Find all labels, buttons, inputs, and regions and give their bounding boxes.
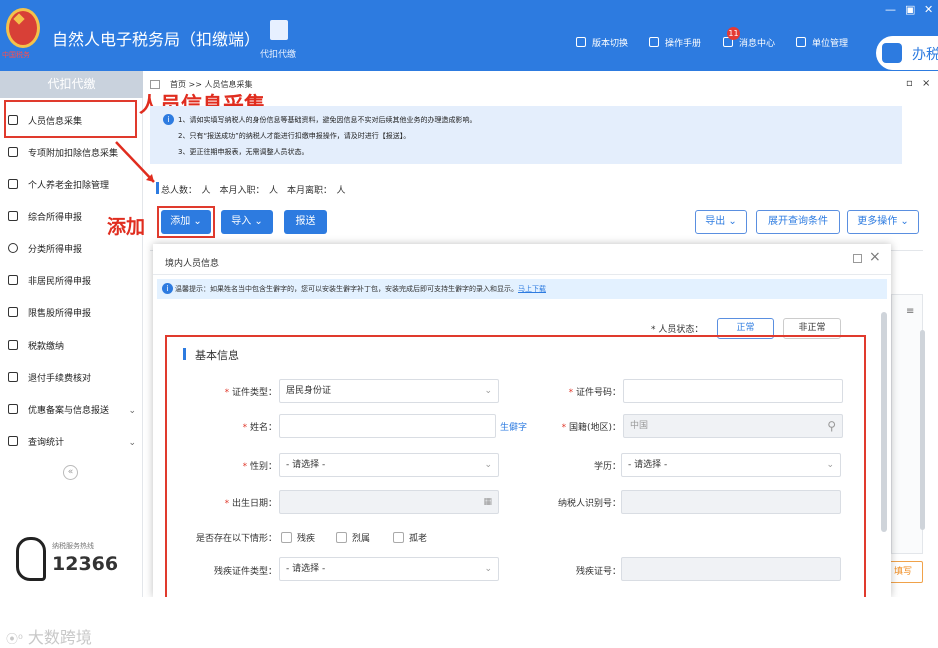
modal-title: 境内人员信息 <box>165 259 220 269</box>
sidebar-item-query-stats[interactable]: 查询统计 ⌄ <box>8 431 138 455</box>
nav-label: 操作手册 <box>665 39 702 49</box>
message-count-badge: 11 <box>727 27 740 40</box>
home-icon[interactable] <box>150 80 160 89</box>
monitor-icon <box>576 37 586 47</box>
breadcrumb[interactable]: 首页 >> 人员信息采集 <box>170 79 253 90</box>
sidebar-item-label: 退付手续费核对 <box>28 374 92 384</box>
table-edge <box>891 294 923 554</box>
book-icon <box>649 37 659 47</box>
nav-unit-management[interactable]: 单位管理 <box>796 36 848 49</box>
sidebar-item-classified-income[interactable]: 分类所得申报 <box>8 238 138 262</box>
nav-label: 单位管理 <box>812 39 849 49</box>
office-label: 办税 <box>912 47 938 63</box>
import-button[interactable]: 导入 ⌄ <box>221 210 273 234</box>
doc-icon <box>8 179 18 189</box>
sidebar-item-label: 非居民所得申报 <box>28 277 92 287</box>
close-panel-button[interactable]: × <box>922 78 930 89</box>
more-actions-button[interactable]: 更多操作 ⌄ <box>847 210 919 234</box>
query-icon <box>8 436 18 446</box>
column-settings-icon[interactable]: ≡ <box>906 306 914 317</box>
close-window-button[interactable]: ✕ <box>924 3 933 16</box>
nav-label: 消息中心 <box>739 39 776 49</box>
sidebar-item-label: 查询统计 <box>28 438 65 448</box>
file-icon <box>8 404 18 414</box>
notice-panel: i 1、请如实填写纳税人的身份信息等基础资料，避免因信息不实对后续其他业务的办理… <box>150 106 902 164</box>
sidebar-item-nonresident-income[interactable]: 非居民所得申报 <box>8 270 138 294</box>
clock-icon <box>8 243 18 253</box>
emblem-subtitle: 中国税务 <box>2 51 30 59</box>
folder-icon <box>8 340 18 350</box>
online-office-button[interactable]: 办税 <box>876 36 938 70</box>
hotline-number: 12366 <box>52 553 119 575</box>
notice-line: 1、请如实填写纳税人的身份信息等基础资料，避免因信息不实对后续其他业务的办理造成… <box>178 116 477 124</box>
collapse-sidebar-button[interactable]: « <box>63 465 78 480</box>
app-title: 自然人电子税务局（扣缴端） <box>52 30 261 49</box>
tax-emblem-icon <box>6 8 40 48</box>
minimize-button[interactable]: — <box>885 3 896 16</box>
chevron-down-icon: ⌄ <box>128 438 136 448</box>
sidebar-item-preferential-filing[interactable]: 优惠备案与信息报送 ⌄ <box>8 399 138 423</box>
nav-manual[interactable]: 操作手册 <box>649 36 701 49</box>
export-button-label: 导出 <box>705 216 726 227</box>
sidebar-item-label: 专项附加扣除信息采集 <box>28 149 119 159</box>
more-actions-label: 更多操作 <box>857 216 898 227</box>
building-icon <box>796 37 806 47</box>
sidebar-item-label: 个人养老金扣除管理 <box>28 181 110 191</box>
highlight-box-sidebar <box>4 100 137 138</box>
watermark-logo-icon: ⦿⁰ <box>6 632 23 646</box>
headset-icon <box>16 537 46 581</box>
bar-chart-icon <box>8 307 18 317</box>
info-icon: i <box>163 114 174 125</box>
annotation-add: 添加 <box>107 216 146 238</box>
sidebar-item-label: 分类所得申报 <box>28 245 83 255</box>
expand-query-button[interactable]: 展开查询条件 <box>756 210 840 234</box>
modal-scrollbar[interactable] <box>881 312 887 532</box>
maximize-icon[interactable] <box>853 254 862 263</box>
sidebar-item-label: 限售股所得申报 <box>28 309 92 319</box>
headcount-summary: 总人数： 人 本月入职： 人 本月离职： 人 <box>161 186 346 196</box>
user-icon <box>8 275 18 285</box>
notice-line: 2、只有“报送成功”的纳税人才能进行扣缴申报操作，请及时进行【报送】。 <box>178 132 411 140</box>
close-icon[interactable]: × <box>869 249 881 265</box>
watermark-text: 大数跨境 <box>27 628 92 647</box>
sidebar-item-label: 综合所得申报 <box>28 213 83 223</box>
nav-version-switch[interactable]: 版本切换 <box>576 36 628 49</box>
status-label: * 人员状态： <box>651 322 703 335</box>
chevron-down-icon: ⌄ <box>128 406 136 416</box>
chat-icon <box>882 43 902 63</box>
info-icon: i <box>162 283 173 294</box>
status-label-text: * 人员状态： <box>651 325 704 335</box>
sidebar-header: 代扣代缴 <box>0 71 143 98</box>
table-scrollbar[interactable] <box>920 330 925 530</box>
sidebar-item-label: 优惠备案与信息报送 <box>28 406 110 416</box>
download-link[interactable]: 马上下载 <box>518 285 546 293</box>
sidebar-item-tax-payment[interactable]: 税款缴纳 <box>8 335 138 359</box>
notice-line: 3、更正往期申报表，无需调整人员状态。 <box>178 148 309 156</box>
import-button-label: 导入 <box>231 216 252 227</box>
restore-panel-button[interactable]: ▫ <box>906 78 913 89</box>
tip-text: 温馨提示：如果姓名当中包含生僻字的，您可以安装生僻字补丁包，安装完成后即可支持生… <box>175 285 518 293</box>
agent-tab-label[interactable]: 代扣代缴 <box>260 47 296 60</box>
layers-icon <box>8 211 18 221</box>
watermark: ⦿⁰ 大数跨境 <box>6 624 92 648</box>
export-button[interactable]: 导出 ⌄ <box>695 210 747 234</box>
modal-divider <box>153 274 891 275</box>
report-icon <box>8 372 18 382</box>
nav-label: 版本切换 <box>592 39 629 49</box>
submit-button[interactable]: 报送 <box>284 210 327 234</box>
maximize-button[interactable]: ▣ <box>905 3 915 16</box>
app-header-bar: 中国税务 自然人电子税务局（扣缴端） 代扣代缴 版本切换 操作手册 消息中心 1… <box>0 0 938 71</box>
sidebar-item-refund-check[interactable]: 退付手续费核对 <box>8 367 138 391</box>
rare-char-tip: i 温馨提示：如果姓名当中包含生僻字的，您可以安装生僻字补丁包，安装完成后即可支… <box>157 279 887 299</box>
highlight-box-add <box>157 206 215 238</box>
list-icon <box>8 147 18 157</box>
sidebar-item-label: 税款缴纳 <box>28 342 65 352</box>
sidebar-item-restricted-shares[interactable]: 限售股所得申报 <box>8 302 138 326</box>
highlight-box-form <box>165 335 866 602</box>
summary-accent-bar <box>156 182 159 194</box>
hotline-label: 纳税服务热线 <box>52 542 94 550</box>
agent-tab-icon[interactable] <box>270 20 288 40</box>
bottom-margin <box>0 597 938 648</box>
